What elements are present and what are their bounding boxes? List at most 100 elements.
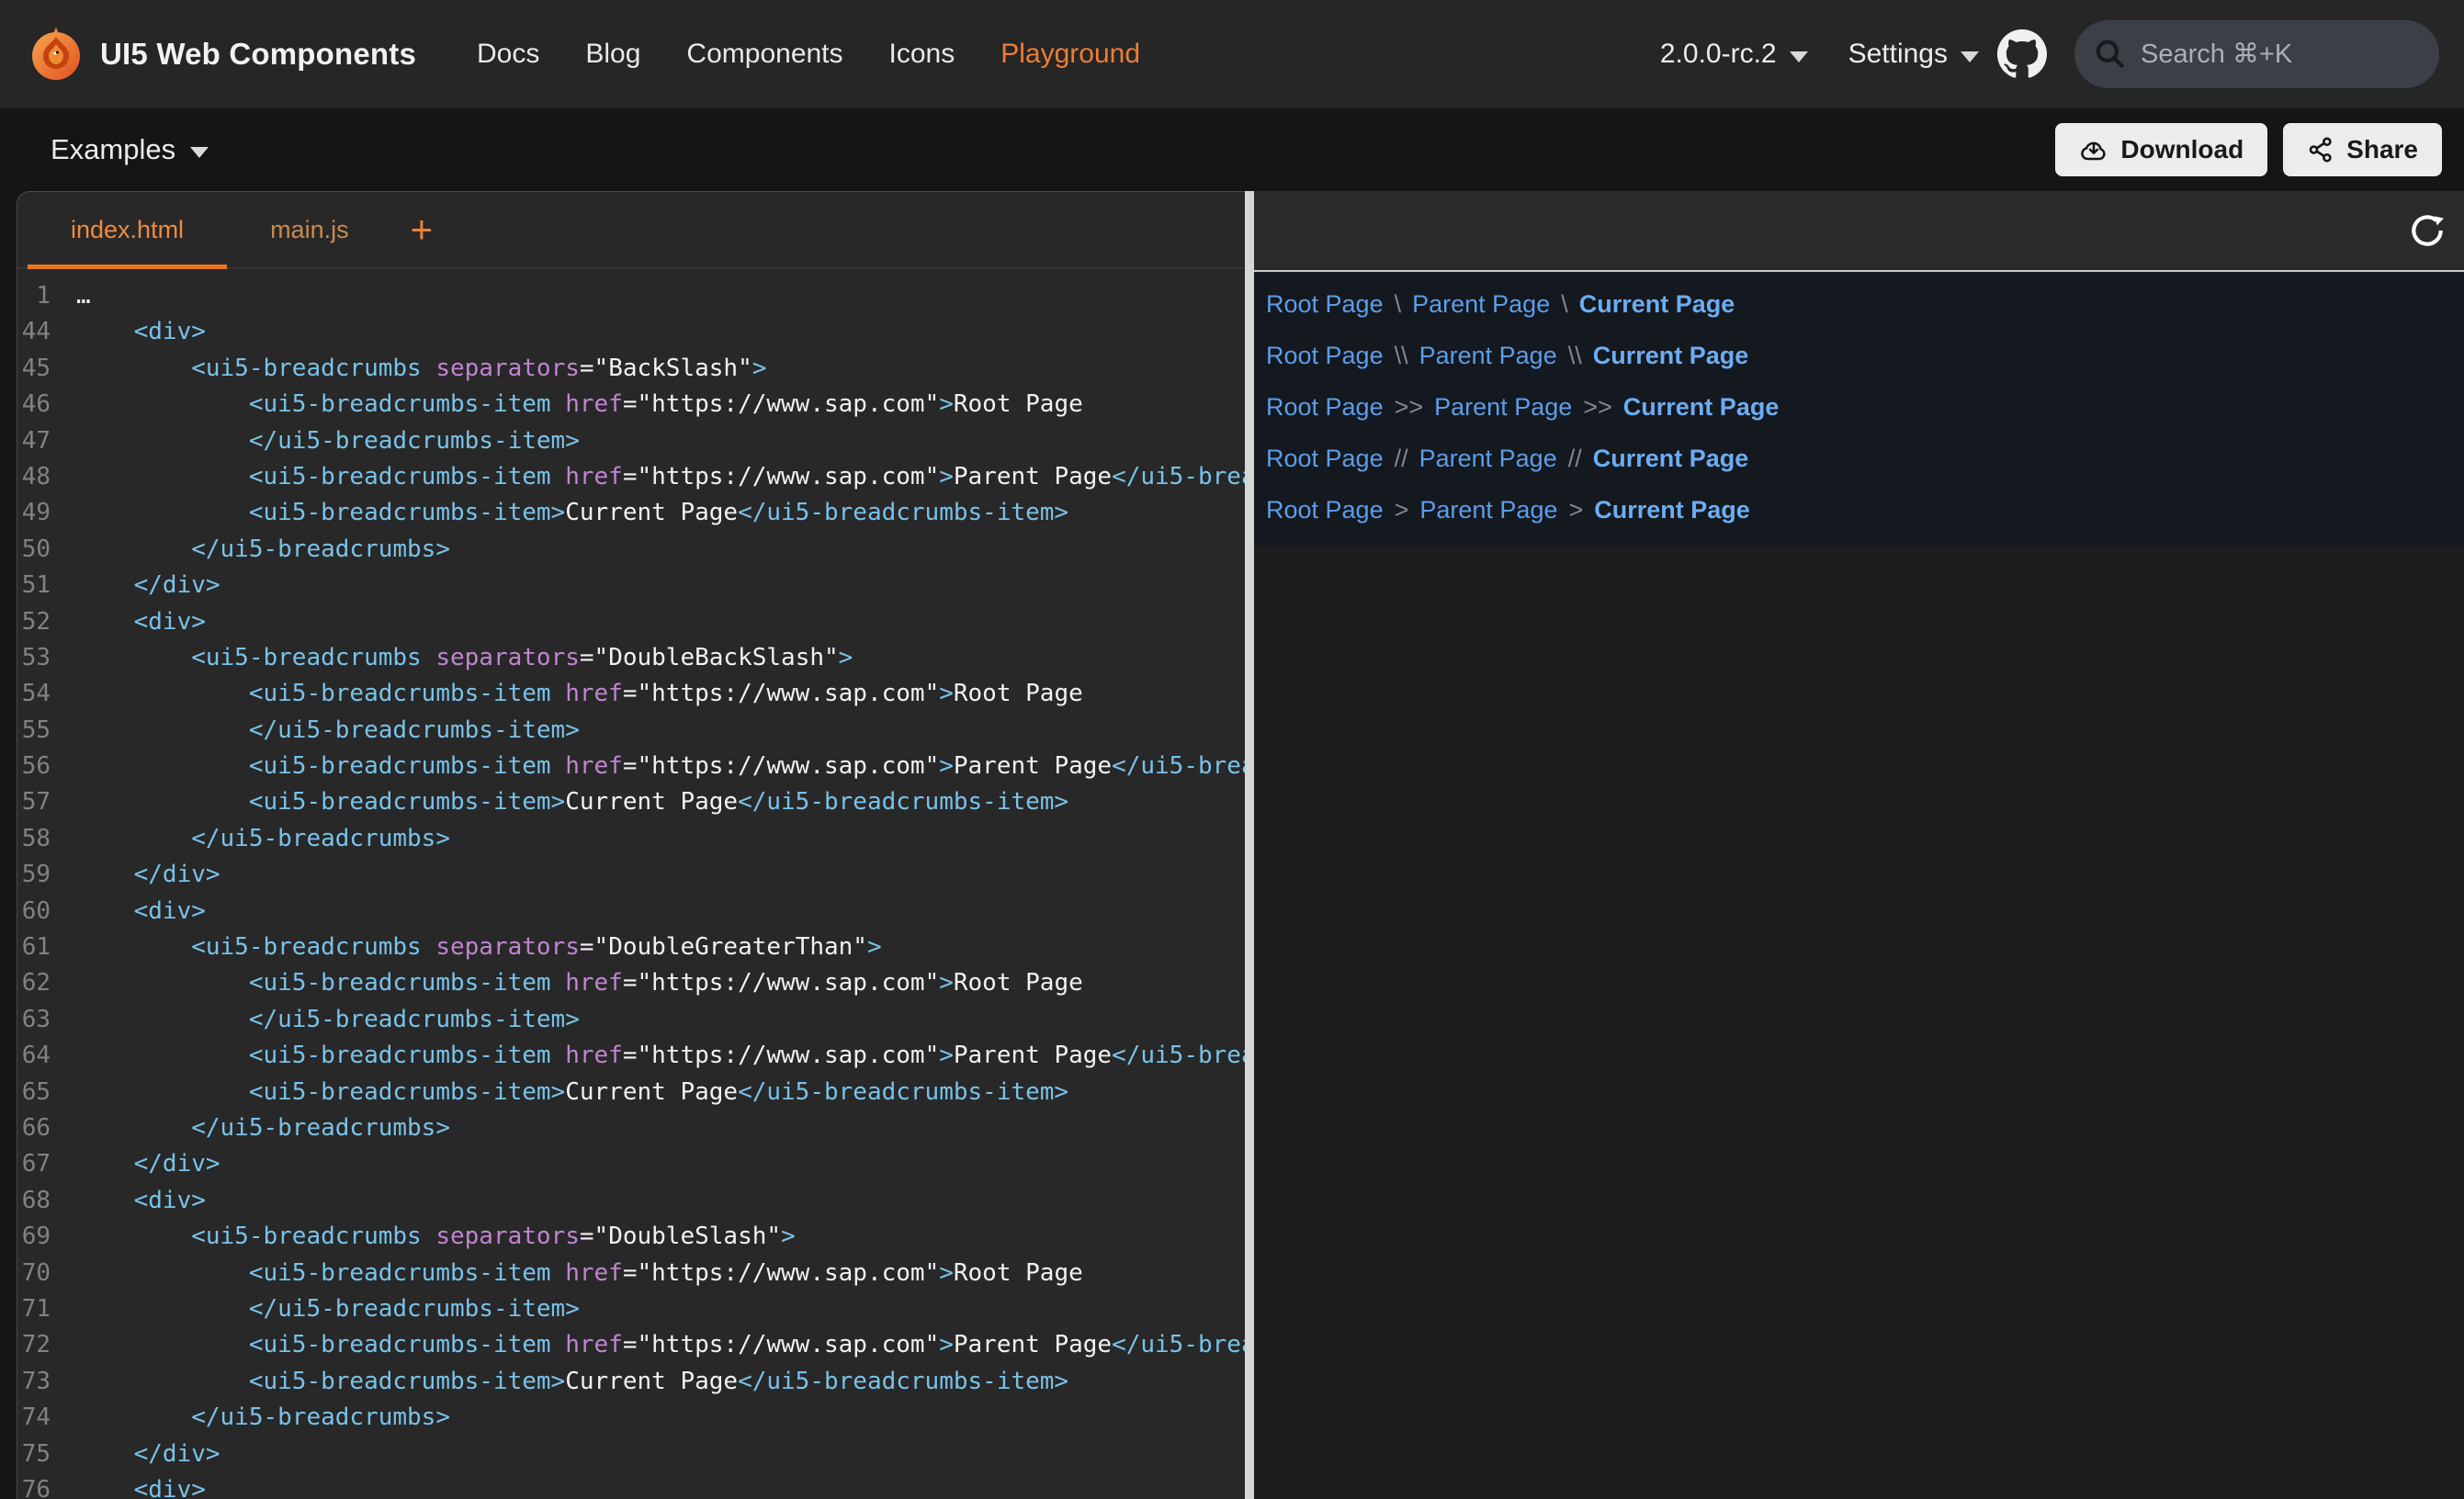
line-number: 72 <box>17 1327 76 1363</box>
breadcrumb: Root Page\\Parent Page\\Current Page <box>1266 330 2464 381</box>
breadcrumb-separator: \ <box>1561 290 1568 319</box>
breadcrumb-separator: \ <box>1395 290 1402 319</box>
line-number: 47 <box>17 423 76 459</box>
breadcrumb-link[interactable]: Root Page <box>1266 393 1384 422</box>
code-text: </div> <box>76 568 220 603</box>
nav-link-icons[interactable]: Icons <box>889 39 955 70</box>
breadcrumb-link[interactable]: Root Page <box>1266 290 1384 319</box>
code-line: 44 <div> <box>17 314 1245 350</box>
settings-menu[interactable]: Settings <box>1848 39 1979 70</box>
chevron-down-icon <box>1790 51 1808 62</box>
chevron-down-icon <box>1961 51 1979 62</box>
code-text: </ui5-breadcrumbs-item> <box>76 423 580 459</box>
code-line: 76 <div> <box>17 1472 1245 1499</box>
line-number: 62 <box>17 965 76 1001</box>
nav-link-blog[interactable]: Blog <box>585 39 640 70</box>
code-text: <div> <box>76 1183 206 1219</box>
examples-toolbar: Examples Download Share <box>0 108 2464 191</box>
ui5-logo-icon <box>28 26 85 83</box>
code-text: <ui5-breadcrumbs separators="BackSlash"> <box>76 351 766 387</box>
code-line: 60 <div> <box>17 894 1245 930</box>
breadcrumb-current-page: Current Page <box>1593 445 1749 473</box>
code-line: 53 <ui5-breadcrumbs separators="DoubleBa… <box>17 640 1245 676</box>
brand[interactable]: UI5 Web Components <box>28 26 416 83</box>
toolbar-actions: Download Share <box>2055 123 2442 176</box>
breadcrumb-link[interactable]: Root Page <box>1266 496 1384 524</box>
version-menu[interactable]: 2.0.0-rc.2 <box>1660 39 1808 70</box>
breadcrumb-separator: >> <box>1583 393 1612 422</box>
line-number: 56 <box>17 749 76 784</box>
code-line: 57 <ui5-breadcrumbs-item>Current Page</u… <box>17 784 1245 820</box>
editor-tabbar: index.htmlmain.js+ <box>17 192 1245 269</box>
breadcrumb-link[interactable]: Parent Page <box>1419 496 1557 524</box>
code-line: 62 <ui5-breadcrumbs-item href="https://w… <box>17 965 1245 1001</box>
line-number: 74 <box>17 1400 76 1436</box>
breadcrumb-current-page: Current Page <box>1579 290 1735 319</box>
code-editor-pane: index.htmlmain.js+ 1…44 <div>45 <ui5-bre… <box>17 191 1245 1499</box>
version-label: 2.0.0-rc.2 <box>1660 39 1777 70</box>
breadcrumb-link[interactable]: Parent Page <box>1412 290 1550 319</box>
line-number: 76 <box>17 1472 76 1499</box>
refresh-button[interactable] <box>2409 212 2446 249</box>
preview-toolbar <box>1254 191 2464 272</box>
breadcrumb: Root Page//Parent Page//Current Page <box>1266 433 2464 484</box>
breadcrumb-link[interactable]: Root Page <box>1266 445 1384 473</box>
line-number: 68 <box>17 1183 76 1219</box>
code-text: </div> <box>76 1437 220 1472</box>
line-number: 46 <box>17 387 76 423</box>
line-number: 63 <box>17 1002 76 1038</box>
workspace: index.htmlmain.js+ 1…44 <div>45 <ui5-bre… <box>17 191 2464 1499</box>
search-input[interactable] <box>2141 39 2421 70</box>
code-text: <ui5-breadcrumbs-item href="https://www.… <box>76 387 1083 423</box>
code-text: <ui5-breadcrumbs-item>Current Page</ui5-… <box>76 1075 1068 1110</box>
nav-link-components[interactable]: Components <box>686 39 842 70</box>
github-icon <box>1997 29 2047 79</box>
line-number: 55 <box>17 713 76 749</box>
tab-index.html[interactable]: index.html <box>28 192 227 267</box>
line-number: 49 <box>17 495 76 531</box>
code-text: <div> <box>76 314 206 350</box>
code-area[interactable]: 1…44 <div>45 <ui5-breadcrumbs separators… <box>17 269 1245 1499</box>
code-line: 58 </ui5-breadcrumbs> <box>17 821 1245 857</box>
line-number: 57 <box>17 784 76 820</box>
add-tab-button[interactable]: + <box>400 192 445 267</box>
breadcrumb-link[interactable]: Parent Page <box>1434 393 1572 422</box>
breadcrumb-link[interactable]: Parent Page <box>1419 342 1557 370</box>
code-line: 69 <ui5-breadcrumbs separators="DoubleSl… <box>17 1219 1245 1255</box>
code-line: 61 <ui5-breadcrumbs separators="DoubleGr… <box>17 930 1245 965</box>
code-line: 52 <div> <box>17 604 1245 640</box>
code-line: 70 <ui5-breadcrumbs-item href="https://w… <box>17 1256 1245 1291</box>
examples-menu[interactable]: Examples <box>51 133 209 166</box>
line-number: 51 <box>17 568 76 603</box>
line-number: 54 <box>17 676 76 712</box>
line-number: 48 <box>17 459 76 495</box>
tab-main.js[interactable]: main.js <box>227 192 392 267</box>
share-button[interactable]: Share <box>2283 123 2442 176</box>
github-link[interactable] <box>1997 29 2047 79</box>
code-line: 68 <div> <box>17 1183 1245 1219</box>
line-number: 53 <box>17 640 76 676</box>
code-line: 66 </ui5-breadcrumbs> <box>17 1110 1245 1146</box>
search-icon <box>2093 37 2128 72</box>
nav-link-playground[interactable]: Playground <box>1000 39 1140 70</box>
breadcrumb-link[interactable]: Parent Page <box>1419 445 1557 473</box>
code-line: 45 <ui5-breadcrumbs separators="BackSlas… <box>17 351 1245 387</box>
code-line: 73 <ui5-breadcrumbs-item>Current Page</u… <box>17 1364 1245 1400</box>
code-line: 56 <ui5-breadcrumbs-item href="https://w… <box>17 749 1245 784</box>
code-text: </ui5-breadcrumbs> <box>76 532 450 568</box>
code-text: <ui5-breadcrumbs-item href="https://www.… <box>76 1256 1083 1291</box>
line-number: 64 <box>17 1038 76 1074</box>
line-number: 60 <box>17 894 76 930</box>
line-number: 67 <box>17 1146 76 1182</box>
share-icon <box>2307 136 2334 163</box>
pane-splitter-handle[interactable] <box>1245 191 1254 1499</box>
code-text: <ui5-breadcrumbs-item href="https://www.… <box>76 676 1083 712</box>
code-text: </div> <box>76 857 220 893</box>
share-label: Share <box>2346 135 2418 164</box>
line-number: 61 <box>17 930 76 965</box>
breadcrumb-link[interactable]: Root Page <box>1266 342 1384 370</box>
download-button[interactable]: Download <box>2055 123 2267 176</box>
code-text: <div> <box>76 604 206 640</box>
nav-link-docs[interactable]: Docs <box>477 39 539 70</box>
breadcrumb-current-page: Current Page <box>1623 393 1780 422</box>
